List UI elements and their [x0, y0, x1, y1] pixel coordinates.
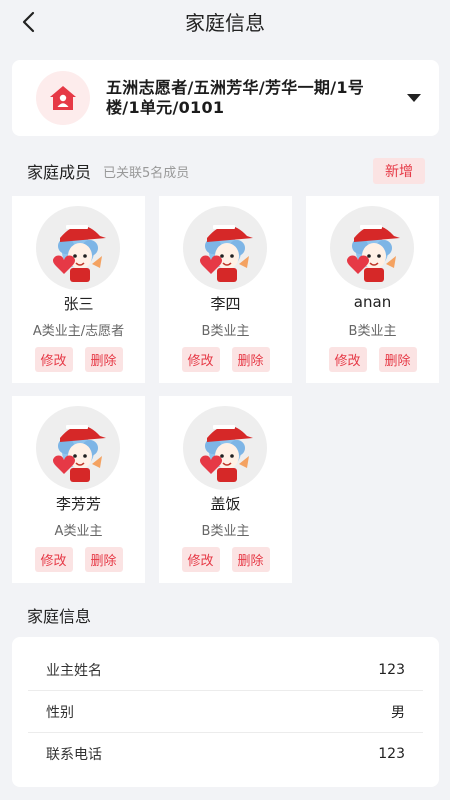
delete-member-button[interactable]: 删除 [231, 547, 270, 572]
info-value: 123 [378, 661, 405, 678]
member-role: B类业主 [348, 324, 397, 339]
member-name: 盖饭 [210, 495, 241, 513]
member-card[interactable]: 李芳芳 A类业主 修改 删除 [12, 396, 145, 583]
member-role: B类业主 [201, 524, 250, 539]
house-icon [36, 71, 90, 125]
edit-member-button[interactable]: 修改 [34, 547, 73, 572]
info-row-gender: 性别 男 [28, 691, 423, 733]
member-card[interactable]: 张三 A类业主/志愿者 修改 删除 [12, 196, 145, 383]
avatar [36, 206, 120, 290]
info-key: 性别 [46, 704, 74, 721]
page-title: 家庭信息 [185, 11, 265, 35]
family-info-title: 家庭信息 [27, 607, 92, 626]
avatar [183, 406, 267, 490]
member-name: 李四 [210, 295, 241, 313]
info-row-phone: 联系电话 123 [28, 733, 423, 775]
delete-member-button[interactable]: 删除 [84, 347, 123, 372]
member-role: B类业主 [201, 324, 250, 339]
member-card[interactable]: 盖饭 B类业主 修改 删除 [159, 396, 292, 583]
avatar [330, 206, 414, 290]
edit-member-button[interactable]: 修改 [181, 347, 220, 372]
members-section-label: 家庭成员 [27, 163, 92, 182]
member-name: 李芳芳 [55, 495, 101, 513]
info-value: 123 [378, 746, 405, 762]
caret-down-icon[interactable] [407, 94, 421, 102]
member-card[interactable]: 李四 B类业主 修改 删除 [159, 196, 292, 383]
member-card[interactable]: anan B类业主 修改 删除 [306, 196, 439, 383]
member-role: A类业主 [54, 524, 103, 539]
family-info-card: 业主姓名 123 性别 男 联系电话 123 [12, 637, 439, 787]
member-role: A类业主/志愿者 [32, 324, 125, 339]
delete-member-button[interactable]: 删除 [231, 347, 270, 372]
add-member-button[interactable]: 新增 [373, 158, 425, 184]
edit-member-button[interactable]: 修改 [181, 547, 220, 572]
avatar [183, 206, 267, 290]
members-header: 家庭成员 已关联5名成员 新增 [27, 158, 425, 184]
member-name: anan [353, 293, 392, 311]
member-name: 张三 [63, 295, 94, 313]
nav-bar: 家庭信息 [0, 0, 450, 44]
info-row-owner-name: 业主姓名 123 [28, 649, 423, 691]
address-text: 五洲志愿者/五洲芳华/芳华一期/1号楼/1单元/0101 [106, 78, 365, 117]
info-key: 业主姓名 [46, 662, 102, 679]
edit-member-button[interactable]: 修改 [328, 347, 367, 372]
info-value: 男 [391, 704, 405, 721]
delete-member-button[interactable]: 删除 [84, 547, 123, 572]
avatar [36, 406, 120, 490]
members-count: 已关联5名成员 [103, 165, 190, 181]
delete-member-button[interactable]: 删除 [378, 347, 417, 372]
info-key: 联系电话 [46, 747, 102, 763]
address-selector[interactable]: 五洲志愿者/五洲芳华/芳华一期/1号楼/1单元/0101 [12, 60, 439, 136]
edit-member-button[interactable]: 修改 [34, 347, 73, 372]
